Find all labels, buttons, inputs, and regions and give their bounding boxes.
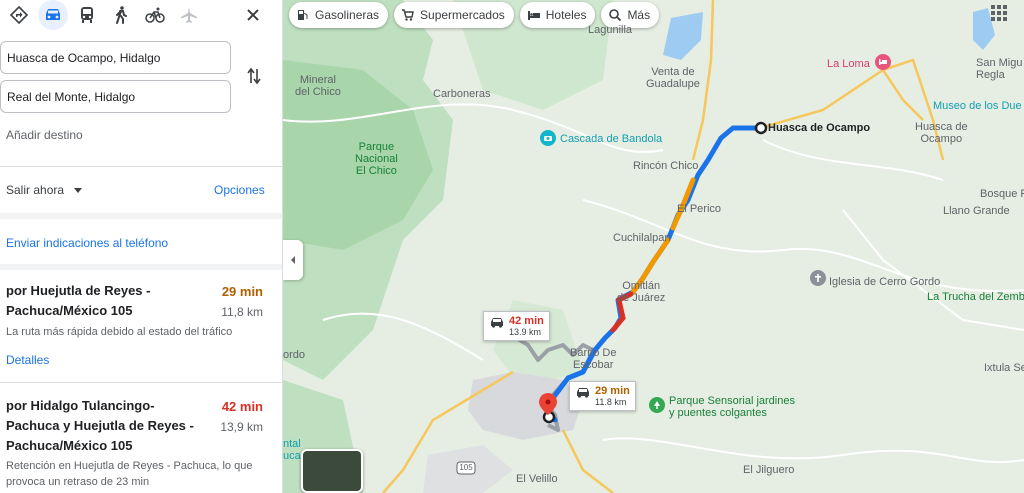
route-box-distance: 13.9 km	[509, 327, 542, 337]
destination-input[interactable]: Real del Monte, Hidalgo	[0, 80, 231, 113]
divider	[0, 166, 282, 167]
transit-icon	[81, 7, 93, 23]
place-la-loma: La Loma	[827, 58, 870, 70]
search-icon	[609, 9, 622, 22]
route-details-link[interactable]: Detalles	[6, 353, 49, 367]
directions-panel: Huasca de Ocampo, Hidalgo Real del Monte…	[0, 0, 283, 493]
options-button[interactable]: Opciones	[214, 183, 265, 197]
send-to-phone-link[interactable]: Enviar indicaciones al teléfono	[6, 236, 168, 250]
bicycle-icon	[145, 7, 165, 23]
park-pin-icon[interactable]	[649, 397, 665, 413]
car-icon	[491, 318, 503, 328]
mode-bicycle[interactable]	[138, 0, 172, 30]
place-ordo: ordo	[283, 349, 306, 361]
place-iglesia: Iglesia de Cerro Gordo	[829, 276, 941, 288]
waterfall-pin-icon[interactable]	[540, 130, 556, 146]
chip-label: Supermercados	[420, 8, 505, 22]
place-carboneras: Carboneras	[433, 88, 491, 100]
place-ixtula: Ixtula Se	[984, 362, 1024, 374]
route-box-time: 42 min	[509, 315, 544, 327]
hotel-pin-icon[interactable]	[875, 54, 891, 70]
place-el-velillo: El Velillo	[516, 473, 558, 485]
chip-label: Gasolineras	[315, 8, 380, 22]
route-distance: 13,9 km	[220, 420, 263, 434]
place-el-perico: El Perico	[677, 203, 722, 215]
route-box-main[interactable]: 29 min 11.8 km	[569, 381, 636, 411]
place-huasca-marker[interactable]: Huasca de Ocampo	[768, 122, 870, 134]
route-time: 42 min	[221, 399, 263, 414]
place-llano: Llano Grande	[943, 205, 1010, 217]
collapse-panel-button[interactable]	[283, 240, 303, 280]
close-icon	[247, 9, 259, 21]
car-icon	[577, 388, 589, 398]
car-icon	[46, 9, 60, 20]
route-option-2[interactable]: por Hidalgo Tulancingo-Pachuca y Huejutl…	[0, 384, 282, 493]
place-trucha: La Trucha del Zemb	[927, 291, 1024, 303]
divider	[0, 382, 282, 383]
place-museo: Museo de los Due	[933, 100, 1022, 112]
caret-down-icon	[74, 187, 83, 193]
chip-supermarkets[interactable]: Supermercados	[394, 2, 514, 28]
walking-icon	[116, 6, 127, 24]
leave-now-dropdown[interactable]: Salir ahora	[6, 183, 83, 197]
place-barrio: Barrio De Escobar	[570, 347, 617, 371]
mode-directions[interactable]	[2, 0, 36, 30]
place-lagunilla: Lagunilla	[588, 24, 633, 36]
place-san-miguel: San Migu Regla	[976, 57, 1023, 81]
church-pin-icon[interactable]	[810, 270, 826, 286]
route-description: La ruta más rápida debido al estado del …	[6, 326, 233, 338]
close-directions-button[interactable]	[240, 4, 266, 26]
layers-thumbnail[interactable]	[301, 449, 363, 493]
place-cuchilalpan: Cuchilalpan	[613, 232, 671, 244]
swap-locations-button[interactable]	[243, 64, 265, 88]
place-rincon: Rincón Chico	[633, 160, 699, 172]
place-huasca-town: Huasca de Ocampo	[915, 121, 968, 145]
chip-gas-stations[interactable]: Gasolineras	[289, 2, 389, 28]
hotel-icon	[527, 11, 540, 20]
add-destination-button[interactable]: Añadir destino	[6, 128, 83, 142]
leave-now-label: Salir ahora	[6, 183, 65, 197]
mode-car[interactable]	[38, 0, 68, 30]
mode-transit[interactable]	[70, 0, 104, 30]
apps-grid-icon[interactable]	[990, 4, 1008, 22]
route-box-time: 29 min	[595, 385, 630, 397]
shopping-cart-icon	[402, 9, 414, 21]
mode-walking[interactable]	[104, 0, 138, 30]
place-el-jilguero: El Jilguero	[743, 464, 795, 476]
route-description: Retención en Huejutla de Reyes - Pachuca…	[6, 460, 253, 488]
place-bosque: Bosque R	[980, 188, 1024, 200]
origin-input[interactable]: Huasca de Ocampo, Hidalgo	[0, 41, 231, 74]
place-cascada: Cascada de Bandola	[560, 133, 663, 145]
directions-icon	[9, 5, 29, 25]
place-sensorial: Parque Sensorial jardines y puentes colg…	[669, 395, 795, 419]
flight-icon	[181, 7, 197, 23]
swap-icon	[247, 67, 261, 85]
route-time: 29 min	[221, 284, 263, 299]
divider	[0, 213, 282, 219]
place-mineral: Mineral del Chico	[295, 74, 341, 98]
highway-shield-label: 105	[459, 463, 473, 472]
route-box-distance: 11.8 km	[595, 397, 627, 407]
place-parque-nacional: Parque Nacional El Chico	[355, 141, 398, 177]
place-venta: Venta de Guadalupe	[646, 66, 700, 90]
gas-station-icon	[298, 10, 308, 20]
map-canvas[interactable]: Gasolineras Supermercados Hoteles Más La…	[283, 0, 1024, 493]
route-box-alt[interactable]: 42 min 13.9 km	[483, 311, 550, 341]
mode-flight[interactable]	[172, 0, 206, 30]
route-option-1[interactable]: por Huejutla de Reyes - Pachuca/México 1…	[0, 270, 282, 378]
route-name: por Hidalgo Tulancingo-Pachuca y Huejutl…	[6, 398, 194, 453]
chevron-left-icon	[291, 256, 295, 264]
chip-label: Hoteles	[545, 8, 587, 22]
place-ntal: ntal uca	[283, 438, 301, 462]
place-omitlan: Omitlán de Juárez	[617, 280, 666, 304]
chip-hotels[interactable]: Hoteles	[519, 2, 596, 28]
chip-label: Más	[627, 8, 651, 22]
route-distance: 11,8 km	[221, 305, 263, 319]
route-name: por Huejutla de Reyes - Pachuca/México 1…	[6, 283, 151, 318]
